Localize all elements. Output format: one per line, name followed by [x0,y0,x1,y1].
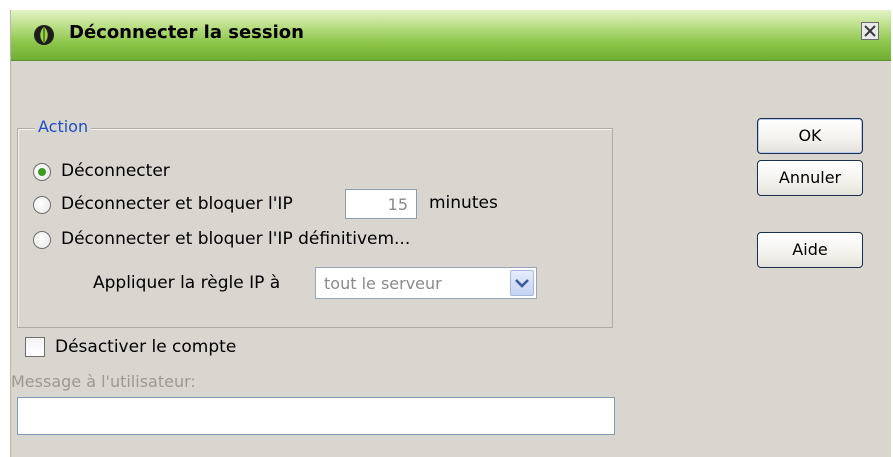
radio-disconnect-control[interactable] [33,163,51,181]
close-button[interactable] [861,22,879,40]
ip-rule-select[interactable]: tout le serveur [315,267,537,299]
minutes-label: minutes [429,193,498,213]
radio-disconnect-block-ip-control[interactable] [33,196,51,214]
window-title: Déconnecter la session [69,22,304,43]
disable-account-label: Désactiver le compte [55,337,237,357]
ok-button[interactable]: OK [757,118,863,154]
close-icon [864,25,876,37]
disable-account-checkbox[interactable] [25,337,45,357]
help-button[interactable]: Aide [757,232,863,268]
ip-rule-select-value: tout le serveur [324,274,442,293]
dialog-window: Déconnecter la session Action Déconnecte… [10,10,891,457]
message-input[interactable] [17,397,615,435]
chevron-down-icon [515,279,529,288]
radio-disconnect-block-ip-permanent-control[interactable] [33,231,51,249]
message-label: Message à l'utilisateur: [11,372,196,391]
cancel-button[interactable]: Annuler [757,160,863,196]
block-minutes-input[interactable]: 15 [345,189,417,219]
ip-rule-label: Appliquer la règle IP à [93,273,281,293]
radio-disconnect-label: Déconnecter [61,161,170,181]
dropdown-button[interactable] [510,270,534,296]
title-bar[interactable]: Déconnecter la session [11,10,891,61]
green-leaf-icon [34,25,54,45]
radio-disconnect-block-ip-permanent-label: Déconnecter et bloquer l'IP définitivem.… [61,229,411,249]
radio-disconnect-block-ip-label: Déconnecter et bloquer l'IP [61,194,293,214]
action-group-legend: Action [35,117,92,136]
